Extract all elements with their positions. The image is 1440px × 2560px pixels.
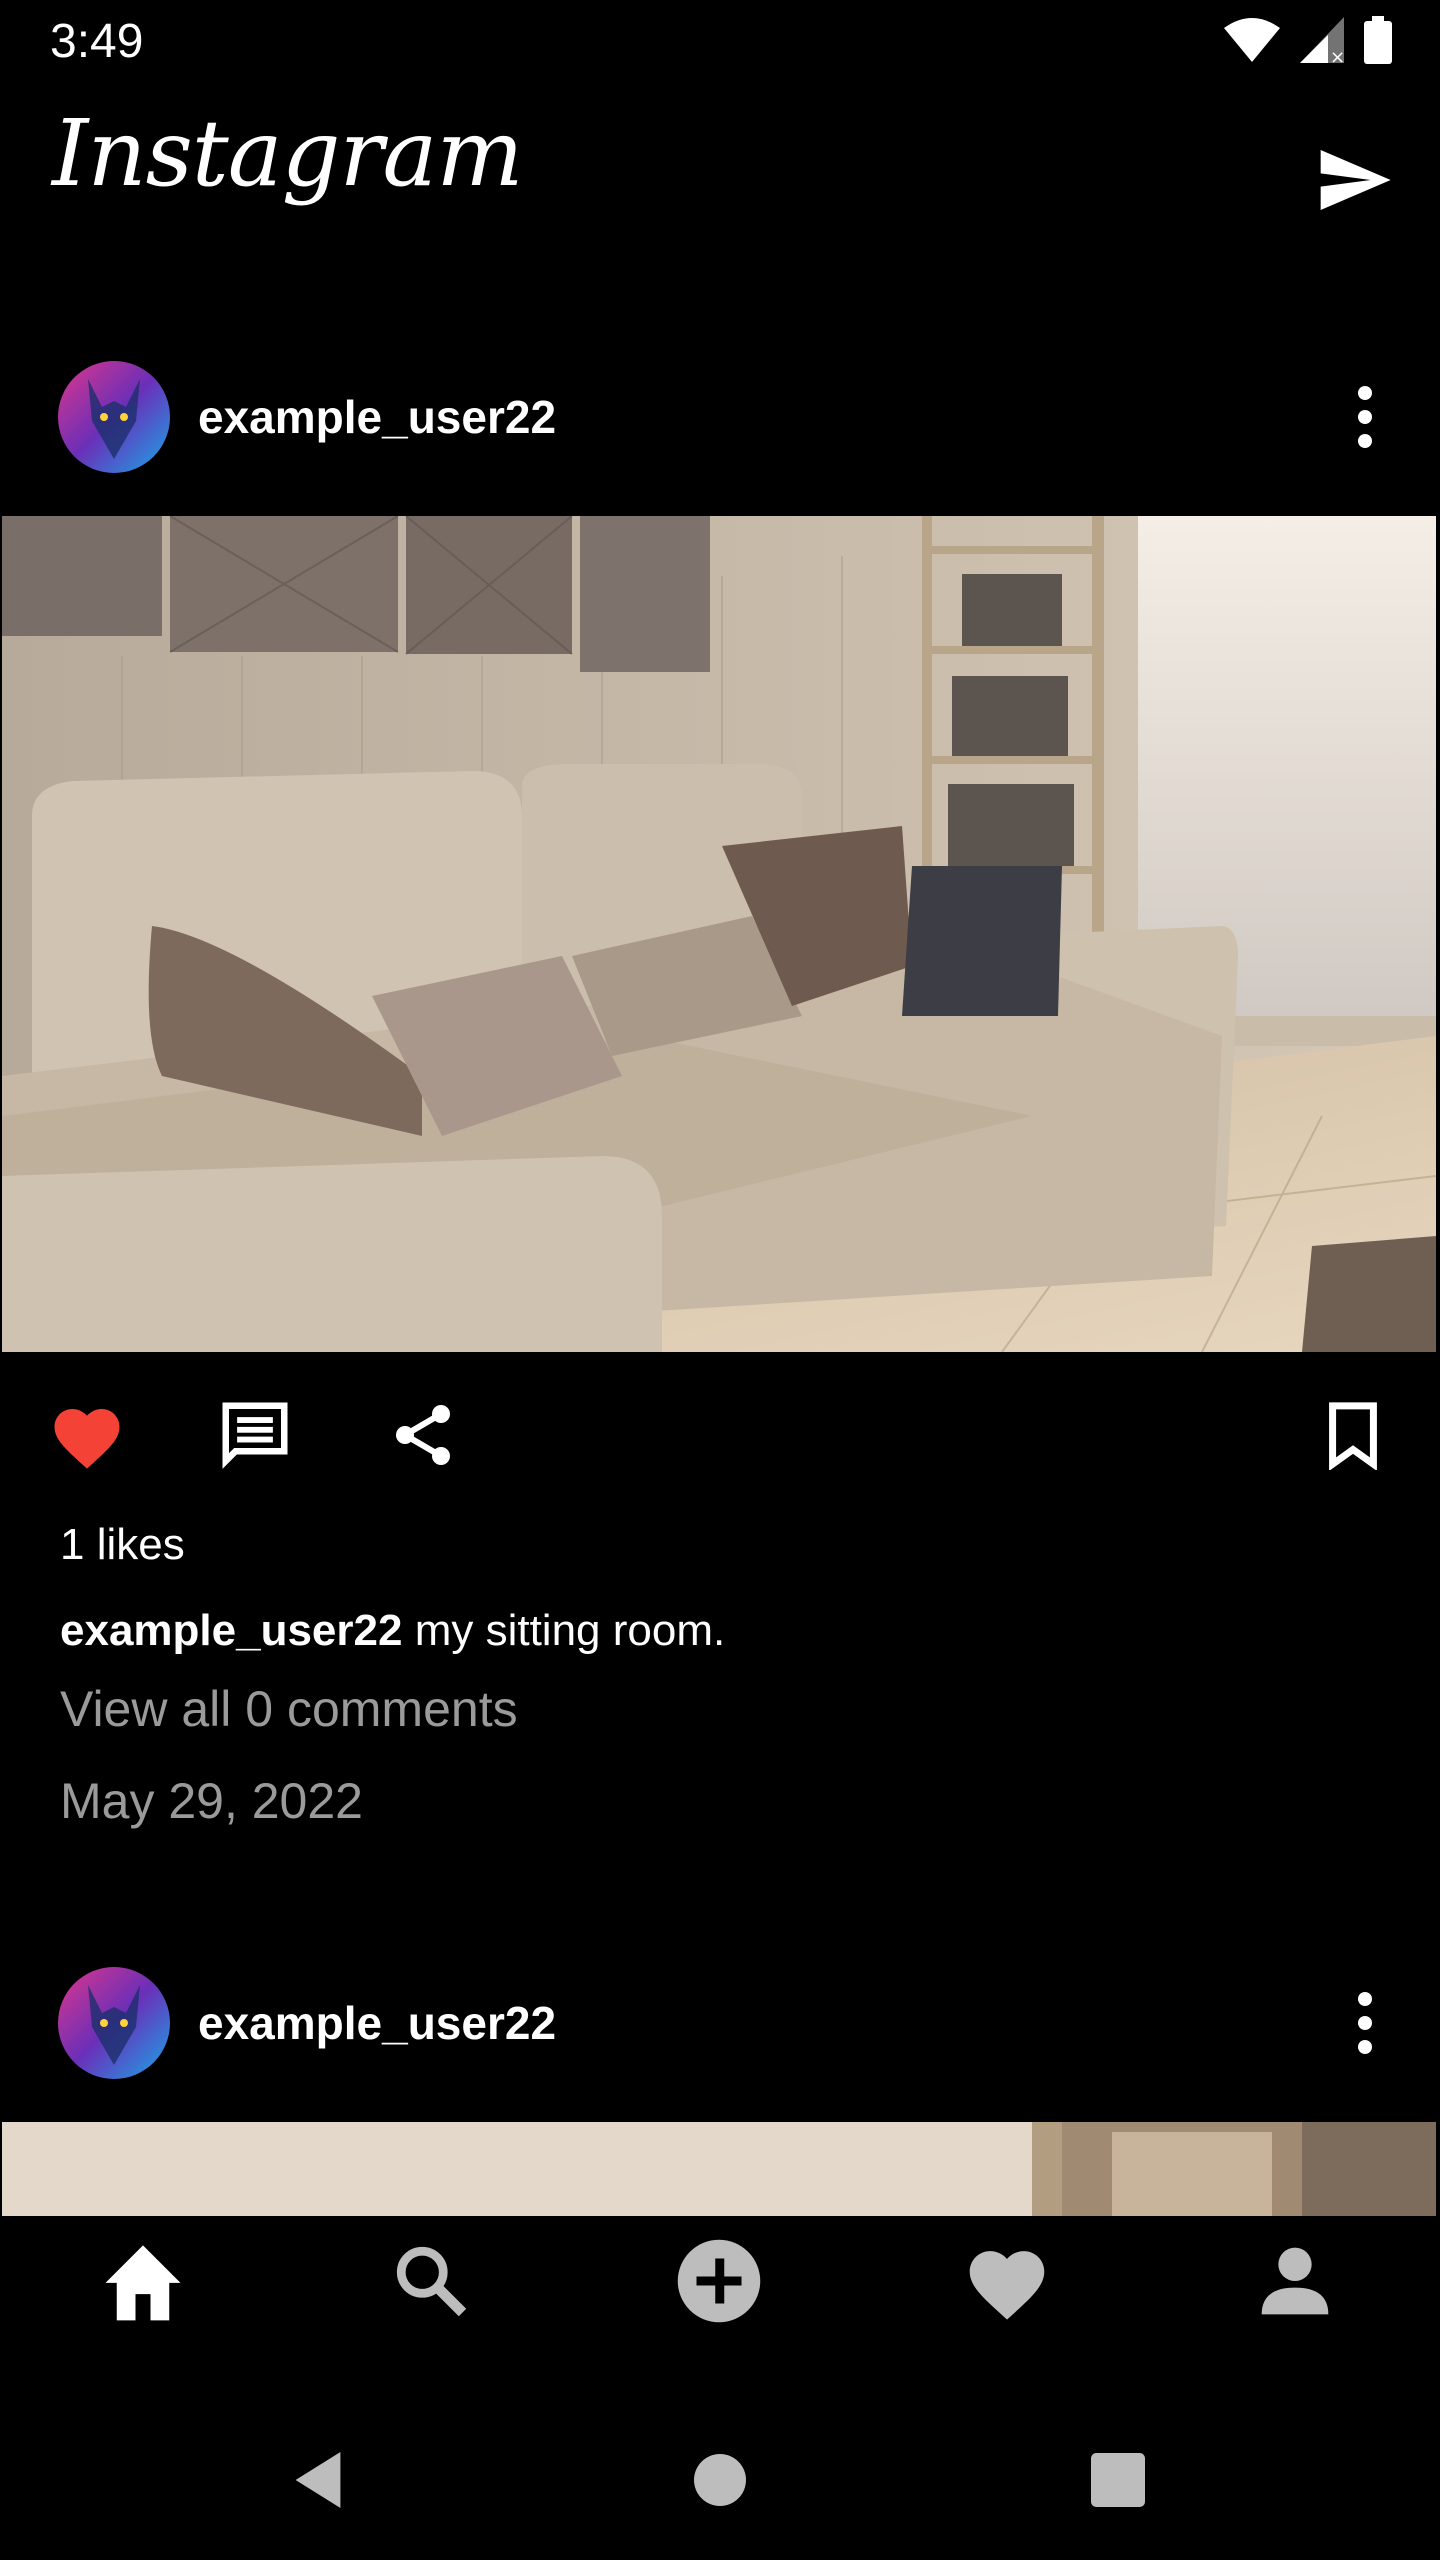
add-icon (677, 2239, 761, 2323)
post-image[interactable] (2, 2122, 1436, 2216)
share-icon (396, 1405, 450, 1465)
bottom-navigation (0, 2216, 1440, 2336)
like-button[interactable] (42, 1390, 132, 1480)
comment-button[interactable] (210, 1390, 300, 1480)
post-date: May 29, 2022 (60, 1773, 363, 1829)
view-comments-link[interactable]: View all 0 comments (60, 1680, 518, 1738)
battery-icon (1364, 16, 1392, 64)
post-username[interactable]: example_user22 (198, 390, 556, 444)
nav-search[interactable] (376, 2226, 486, 2336)
search-icon (396, 2246, 467, 2317)
home-icon (105, 2245, 181, 2321)
system-recents-button[interactable] (1078, 2440, 1158, 2520)
post-actions (0, 1390, 1440, 1480)
heart-icon (969, 2251, 1045, 2320)
wifi-icon (1224, 18, 1280, 62)
post-caption: example_user22 my sitting room. (60, 1606, 725, 1656)
recents-icon (1091, 2453, 1145, 2507)
post-header: example_user22 (0, 1948, 1440, 2098)
app-logo: Instagram (52, 100, 524, 207)
nav-home[interactable] (88, 2226, 198, 2336)
caption-text: my sitting room. (402, 1606, 726, 1655)
send-icon (1320, 150, 1391, 210)
more-dot (1358, 410, 1372, 424)
system-back-button[interactable] (278, 2440, 358, 2520)
nav-profile[interactable] (1240, 2226, 1350, 2336)
post-username[interactable]: example_user22 (198, 1996, 556, 2050)
more-dot (1358, 1992, 1372, 2006)
save-button[interactable] (1308, 1390, 1398, 1480)
signal-icon: × (1300, 17, 1344, 63)
svg-text:×: × (1330, 47, 1344, 63)
share-button[interactable] (378, 1390, 468, 1480)
post-header: example_user22 (0, 342, 1440, 492)
system-home-button[interactable] (680, 2440, 760, 2520)
bookmark-icon (1329, 1402, 1377, 1470)
avatar[interactable] (58, 1967, 170, 2079)
comment-icon (222, 1402, 288, 1469)
profile-icon (1261, 2247, 1329, 2315)
likes-count[interactable]: 1 likes (60, 1520, 185, 1570)
more-dot (1358, 386, 1372, 400)
heart-icon (54, 1409, 120, 1469)
more-dot (1358, 2040, 1372, 2054)
more-options-button[interactable] (1330, 372, 1400, 462)
avatar[interactable] (58, 361, 170, 473)
more-options-button[interactable] (1330, 1978, 1400, 2068)
post-image[interactable] (2, 515, 1437, 1353)
back-icon (295, 2452, 341, 2508)
nav-activity[interactable] (952, 2226, 1062, 2336)
home-circle-icon (694, 2454, 746, 2506)
direct-message-button[interactable] (1314, 140, 1394, 220)
nav-add-post[interactable] (664, 2226, 774, 2336)
status-icons: × (1224, 16, 1392, 64)
caption-username[interactable]: example_user22 (60, 1606, 402, 1655)
more-dot (1358, 434, 1372, 448)
system-navigation (0, 2400, 1440, 2560)
more-dot (1358, 2016, 1372, 2030)
status-time: 3:49 (50, 15, 144, 68)
